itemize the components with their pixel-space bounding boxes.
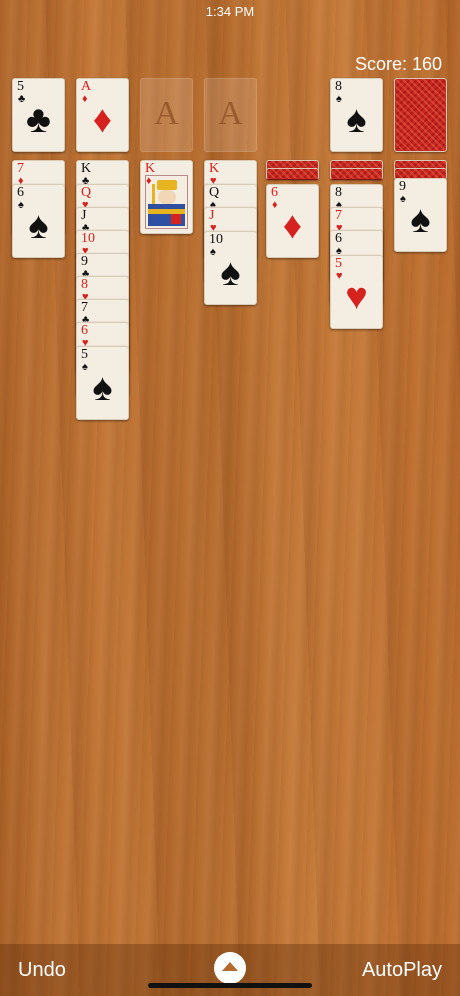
game-table: 1:34 PM Score: 160 5 ♣ ♣ A ♦ ♦ A A 8 ♠ ♠ 7 ♦…: [0, 0, 460, 996]
stock-pile[interactable]: [394, 78, 447, 152]
home-indicator[interactable]: [148, 983, 312, 988]
spade-icon: ♠: [220, 252, 241, 294]
autoplay-button[interactable]: AutoPlay: [362, 959, 442, 982]
spade-icon: ♠: [410, 199, 431, 241]
card-rank: 10: [81, 231, 95, 246]
tableau-card[interactable]: 6 ♦ ♦: [266, 184, 319, 258]
card-rank: K: [209, 161, 220, 176]
card-rank: 5: [335, 256, 342, 271]
card-rank: 8: [81, 277, 88, 292]
card-rank: J: [209, 208, 215, 223]
card-rank: 7: [81, 300, 88, 315]
diamond-emblem-icon: [171, 214, 181, 224]
undo-button[interactable]: Undo: [18, 959, 66, 982]
foundation-empty-slot[interactable]: A: [140, 78, 193, 152]
card-rank: 9: [81, 254, 88, 269]
card-rank: 5: [17, 79, 24, 94]
card-rank: Q: [81, 185, 92, 200]
card-rank: 6: [17, 185, 24, 200]
face-down-card: [330, 168, 383, 180]
card-rank: 7: [335, 208, 342, 223]
score-label: Score: 160: [354, 54, 442, 74]
heart-icon: ♥: [345, 276, 368, 318]
card-rank: 10: [209, 232, 223, 247]
card-rank: 6: [81, 323, 88, 338]
face-down-card: [266, 168, 319, 180]
tableau-card[interactable]: 6 ♠ ♠: [12, 184, 65, 258]
card-rank: K: [145, 161, 156, 176]
card-rank: Q: [209, 185, 220, 200]
card-rank: 9: [399, 179, 406, 194]
tableau-card[interactable]: 5 ♠ ♠: [76, 346, 129, 420]
card-rank: K: [81, 161, 92, 176]
card-rank: 6: [335, 231, 342, 246]
card-rank: 5: [81, 347, 88, 362]
card-rank: 8: [335, 79, 342, 94]
slot-placeholder: A: [154, 95, 179, 132]
card-rank: J: [81, 208, 87, 223]
spade-icon: ♠: [28, 205, 49, 247]
tableau-card[interactable]: 10 ♠ ♠: [204, 231, 257, 305]
tableau-card[interactable]: 9 ♠ ♠: [394, 178, 447, 252]
foundation-hearts-diamonds[interactable]: A ♦ ♦: [76, 78, 129, 152]
card-rank: 7: [17, 161, 24, 176]
crown-icon: [156, 180, 177, 190]
king-face-art: [145, 175, 188, 229]
spade-icon: ♠: [92, 367, 113, 409]
diamond-icon: ♦: [92, 99, 113, 141]
spade-icon: ♠: [346, 99, 367, 141]
card-rank: 8: [335, 185, 342, 200]
tableau-card[interactable]: K ♦: [140, 160, 193, 234]
king-head-art: [157, 190, 176, 204]
tableau-card[interactable]: 5 ♥ ♥: [330, 255, 383, 329]
discard-card[interactable]: 8 ♠ ♠: [330, 78, 383, 152]
slot-placeholder: A: [218, 95, 243, 132]
club-icon: ♣: [26, 99, 51, 141]
waste-card[interactable]: 5 ♣ ♣: [12, 78, 65, 152]
card-rank: A: [81, 79, 92, 94]
menu-up-icon[interactable]: [214, 952, 246, 984]
card-rank: 6: [271, 185, 278, 200]
status-bar-time: 1:34 PM: [205, 4, 255, 19]
diamond-icon: ♦: [282, 205, 303, 247]
foundation-empty-slot[interactable]: A: [204, 78, 257, 152]
